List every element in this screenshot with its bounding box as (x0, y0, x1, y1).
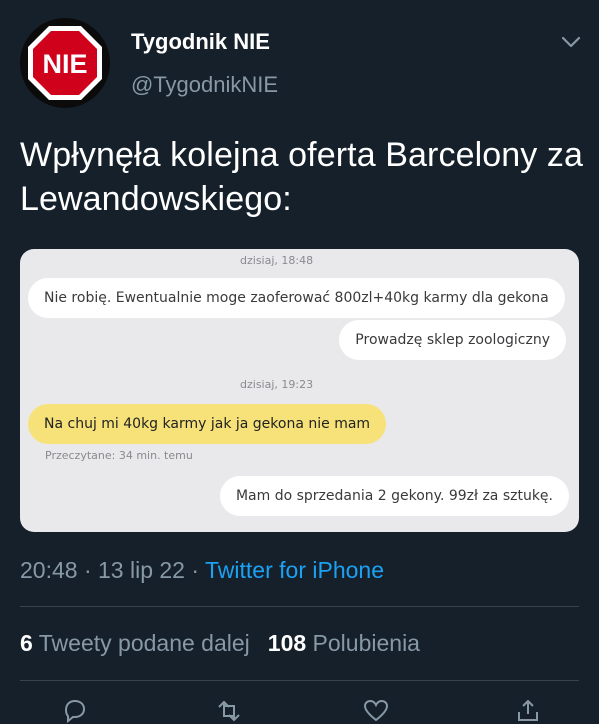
message-timestamp: dzisiaj, 19:23 (240, 378, 314, 391)
likes-stat[interactable]: 108 Polubienia (268, 630, 420, 656)
tweet-source-link[interactable]: Twitter for iPhone (205, 557, 384, 583)
stop-sign-logo-icon: NIE (28, 26, 102, 100)
user-handle[interactable]: @TygodnikNIE (131, 72, 278, 98)
tweet-time[interactable]: 20:48 (20, 557, 78, 583)
tweet-stats: 6 Tweety podane dalej 108 Polubienia (20, 630, 420, 657)
message-timestamp: dzisiaj, 18:48 (240, 254, 314, 267)
separator: · (184, 557, 206, 583)
retweets-count: 6 (20, 630, 33, 656)
message-bubble-received: Mam do sprzedania 2 gekony. 99zł za sztu… (219, 476, 569, 516)
likes-count: 108 (267, 630, 307, 656)
share-icon[interactable] (515, 698, 541, 724)
attached-image[interactable]: dzisiaj, 18:48 Nie robię. Ewentualnie mo… (20, 249, 579, 532)
reply-icon[interactable] (62, 698, 88, 724)
message-bubble-received: Prowadzę sklep zoologiczny (339, 320, 566, 360)
divider (20, 606, 579, 607)
avatar-logo-text: NIE (42, 49, 87, 79)
retweets-label: Tweety podane dalej (38, 630, 250, 656)
tweet-text: Wpłynęła kolejna oferta Barcelony za Lew… (20, 136, 584, 218)
read-receipt: Przeczytane: 34 min. temu (45, 449, 193, 462)
chevron-down-icon[interactable] (560, 34, 582, 50)
avatar[interactable]: NIE (20, 18, 110, 108)
tweet-date[interactable]: 13 lip 22 (98, 557, 185, 583)
like-heart-icon[interactable] (363, 698, 389, 724)
message-bubble-received: Nie robię. Ewentualnie moge zaoferować 8… (28, 278, 565, 318)
display-name[interactable]: Tygodnik NIE (131, 29, 270, 55)
tweet-meta: 20:48 · 13 lip 22 · Twitter for iPhone (20, 557, 384, 584)
retweet-icon[interactable] (216, 698, 242, 724)
separator: · (77, 557, 99, 583)
divider (20, 680, 579, 681)
likes-label: Polubienia (312, 630, 420, 656)
message-bubble-sent: Na chuj mi 40kg karmy jak ja gekona nie … (28, 404, 387, 444)
retweets-stat[interactable]: 6 Tweety podane dalej (20, 630, 250, 656)
